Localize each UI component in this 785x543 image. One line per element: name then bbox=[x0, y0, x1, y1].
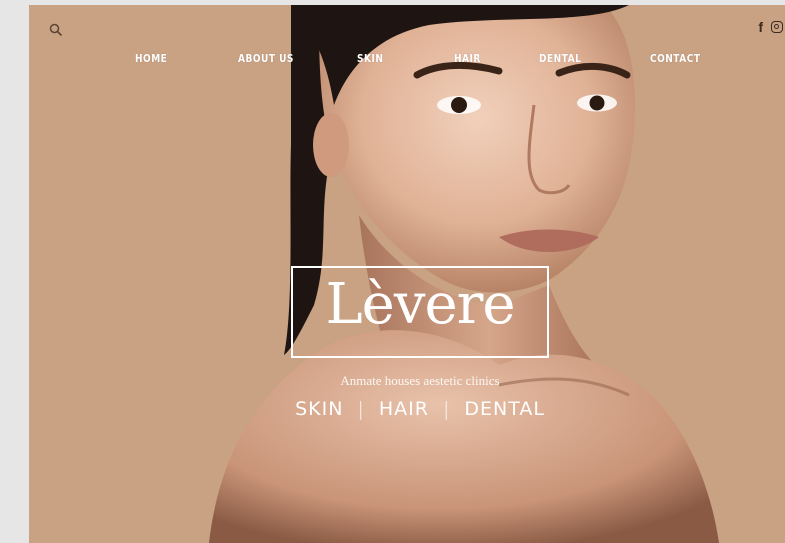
separator: | bbox=[357, 398, 365, 420]
nav-item-contact[interactable]: CONTACT bbox=[650, 52, 700, 65]
nav-item-home[interactable]: HOME bbox=[135, 52, 167, 65]
social-links: f bbox=[758, 19, 783, 35]
nav-item-dental[interactable]: DENTAL bbox=[539, 52, 581, 65]
services-list: SKIN | HAIR | DENTAL bbox=[259, 398, 581, 420]
nav-item-skin[interactable]: SKIN bbox=[357, 52, 383, 65]
search-icon[interactable] bbox=[49, 23, 63, 37]
tagline: Anmate houses aestetic clinics bbox=[340, 373, 500, 388]
nav-item-hair[interactable]: HAIR bbox=[454, 52, 481, 65]
separator: | bbox=[442, 398, 451, 420]
main-nav: HOME ABOUT US SKIN HAIR DENTAL CONTACT bbox=[29, 52, 785, 68]
logo[interactable]: Lèvere bbox=[291, 266, 549, 358]
instagram-icon[interactable] bbox=[771, 21, 783, 33]
landing-page: f HOME ABOUT US SKIN HAIR DENTAL CONTACT… bbox=[29, 5, 785, 543]
facebook-icon[interactable]: f bbox=[758, 19, 763, 35]
nav-item-about-us[interactable]: ABOUT US bbox=[238, 52, 294, 65]
logo-text: Lèvere bbox=[325, 272, 515, 337]
service-skin: SKIN bbox=[295, 398, 344, 420]
service-dental: DENTAL bbox=[464, 398, 545, 420]
service-hair: HAIR bbox=[378, 398, 429, 420]
